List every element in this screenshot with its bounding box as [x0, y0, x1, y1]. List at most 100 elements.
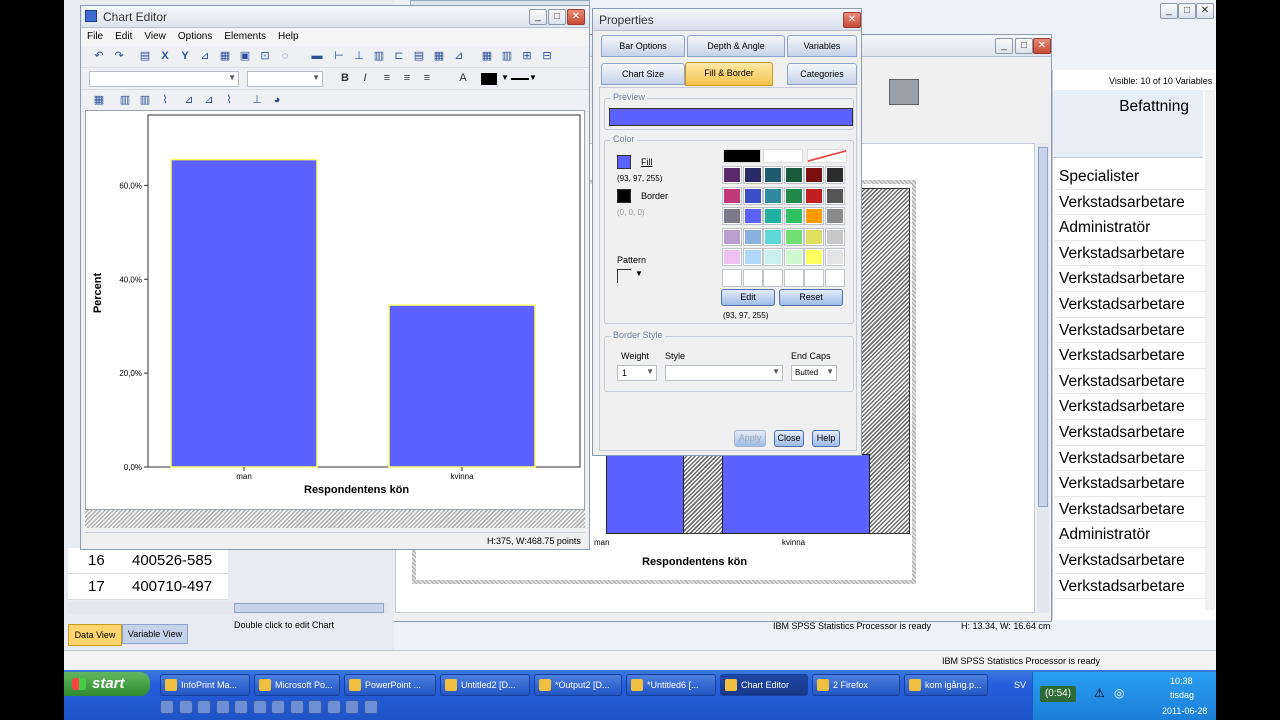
tab-depth-angle[interactable]: Depth & Angle: [687, 35, 785, 57]
tab-categories[interactable]: Categories: [787, 63, 857, 85]
line-chart-icon[interactable]: ⌇: [157, 93, 173, 107]
output-toolbar-icon[interactable]: [889, 79, 919, 105]
style-dropdown[interactable]: ▼: [665, 365, 783, 381]
menu-edit[interactable]: Edit: [109, 28, 138, 42]
quick-launch-icon[interactable]: [326, 700, 341, 714]
quick-launch-icon[interactable]: [289, 700, 304, 714]
italic-icon[interactable]: I: [357, 71, 373, 85]
minimize-icon[interactable]: _: [1160, 3, 1178, 19]
color-swatch[interactable]: [824, 166, 845, 184]
apply-button[interactable]: Apply: [734, 430, 766, 447]
color-swatch[interactable]: [783, 186, 804, 205]
maximize-icon[interactable]: □: [1178, 3, 1196, 19]
color-swatch[interactable]: [783, 248, 804, 266]
reference-line-icon[interactable]: ▤: [411, 49, 427, 63]
border-swatch[interactable]: [617, 189, 631, 203]
close-icon[interactable]: ✕: [1196, 3, 1214, 19]
chart-type-icon[interactable]: ▦: [91, 93, 107, 107]
quick-launch-icon[interactable]: [160, 700, 174, 714]
color-swatch[interactable]: [742, 227, 763, 246]
tab-variables[interactable]: Variables: [787, 35, 857, 57]
taskbar-item[interactable]: Chart Editor: [720, 674, 808, 696]
quick-launch-icon[interactable]: [363, 700, 378, 714]
bar-chart-icon[interactable]: ▥: [117, 93, 133, 107]
align-left-icon[interactable]: ≡: [379, 71, 395, 85]
taskbar-item[interactable]: kom igång.p...: [904, 674, 988, 696]
chart-canvas[interactable]: 0,0% 20,0% 40,0% 60,0% man kvinna Percent Res…: [85, 110, 585, 510]
fit-icon[interactable]: ⊿: [201, 93, 217, 107]
tab-variable-view[interactable]: Variable View: [122, 624, 188, 644]
taskbar-item[interactable]: PowerPoint ...: [344, 674, 436, 696]
befattning-cell[interactable]: Verkstadsarbetare: [1055, 292, 1205, 318]
close-icon[interactable]: ✕: [843, 12, 861, 28]
no-color-swatch[interactable]: [807, 149, 847, 163]
grid-icon[interactable]: ▦: [431, 49, 447, 63]
legend-icon[interactable]: ▥: [371, 49, 387, 63]
color-swatch[interactable]: [783, 207, 804, 225]
color-swatch[interactable]: [722, 207, 742, 225]
befattning-cell[interactable]: Verkstadsarbetare: [1055, 445, 1205, 472]
quick-launch-icon[interactable]: [215, 700, 230, 714]
taskbar-item[interactable]: Microsoft Po...: [254, 674, 340, 696]
befattning-cell[interactable]: Verkstadsarbetare: [1055, 266, 1205, 292]
quick-launch-icon[interactable]: [178, 700, 193, 714]
color-swatch[interactable]: [804, 207, 824, 225]
color-swatch[interactable]: [742, 166, 763, 184]
fill-color-icon[interactable]: [481, 73, 497, 85]
maximize-icon[interactable]: □: [548, 9, 566, 25]
x-axis-icon[interactable]: X: [157, 49, 173, 63]
color-swatch[interactable]: [763, 166, 783, 184]
line-icon[interactable]: ⊞: [519, 49, 535, 63]
bar-chart[interactable]: 0,0% 20,0% 40,0% 60,0% man kvinna: [86, 111, 586, 511]
taskbar-item[interactable]: Untitled2 [D...: [440, 674, 530, 696]
befattning-cell[interactable]: Verkstadsarbetare: [1055, 573, 1205, 600]
color-swatch[interactable]: [723, 149, 761, 163]
color-swatch[interactable]: [824, 207, 845, 225]
hide-icon[interactable]: ▬: [309, 49, 325, 63]
color-swatch[interactable]: [763, 268, 783, 287]
properties-icon[interactable]: ▤: [137, 49, 153, 63]
annotation-icon[interactable]: ▦: [217, 49, 233, 63]
line-style-icon[interactable]: [511, 78, 529, 80]
y-axis-icon[interactable]: Y: [177, 49, 193, 63]
reset-color-button[interactable]: Reset: [779, 289, 843, 306]
quick-launch-icon[interactable]: [271, 700, 285, 714]
color-swatch[interactable]: [722, 186, 742, 205]
redo-icon[interactable]: ↷: [111, 49, 127, 63]
befattning-cell[interactable]: Verkstadsarbetare: [1055, 189, 1205, 216]
befattning-cell[interactable]: Verkstadsarbetare: [1055, 394, 1205, 420]
color-swatch[interactable]: [722, 268, 742, 287]
weight-dropdown[interactable]: 1 ▼: [617, 365, 657, 381]
taskbar-item[interactable]: InfoPrint Ma...: [160, 674, 250, 696]
transform-icon[interactable]: ⊡: [257, 49, 273, 63]
menu-options[interactable]: Options: [172, 28, 218, 42]
lasso-icon[interactable]: ◌: [277, 49, 293, 63]
menu-help[interactable]: Help: [272, 28, 305, 42]
align-right-icon[interactable]: ≡: [419, 71, 435, 85]
color-swatch[interactable]: [824, 186, 845, 205]
bar-icon[interactable]: ▥: [499, 49, 515, 63]
data-label-icon[interactable]: ⊏: [391, 49, 407, 63]
row-17[interactable]: 17 400710-497: [68, 574, 228, 600]
histogram-icon[interactable]: ▥: [137, 93, 153, 107]
data-hscroll[interactable]: [68, 602, 388, 614]
row-16[interactable]: 16 400526-585: [68, 548, 228, 574]
befattning-cell[interactable]: Verkstadsarbetare: [1055, 496, 1205, 523]
color-swatch[interactable]: [824, 248, 845, 266]
grid-lines-icon[interactable]: ▦: [479, 49, 495, 63]
color-swatch[interactable]: [804, 248, 824, 266]
color-swatch[interactable]: [763, 207, 783, 225]
befattning-cell[interactable]: Verkstadsarbetare: [1055, 343, 1205, 369]
close-icon[interactable]: ✕: [1033, 38, 1051, 54]
fit-line-icon[interactable]: ⊿: [451, 49, 467, 63]
font-size-dropdown[interactable]: ▼: [247, 71, 323, 87]
color-swatch[interactable]: [824, 227, 845, 246]
color-swatch[interactable]: [763, 149, 803, 163]
taskbar-item[interactable]: *Untitled6 [...: [626, 674, 716, 696]
color-swatch[interactable]: [804, 268, 824, 287]
quick-launch-icon[interactable]: [252, 700, 267, 714]
interpolation-icon[interactable]: ⌇: [221, 93, 237, 107]
language-indicator[interactable]: SV: [1014, 680, 1026, 690]
menu-elements[interactable]: Elements: [218, 28, 272, 42]
befattning-cell[interactable]: Specialister: [1055, 164, 1205, 190]
